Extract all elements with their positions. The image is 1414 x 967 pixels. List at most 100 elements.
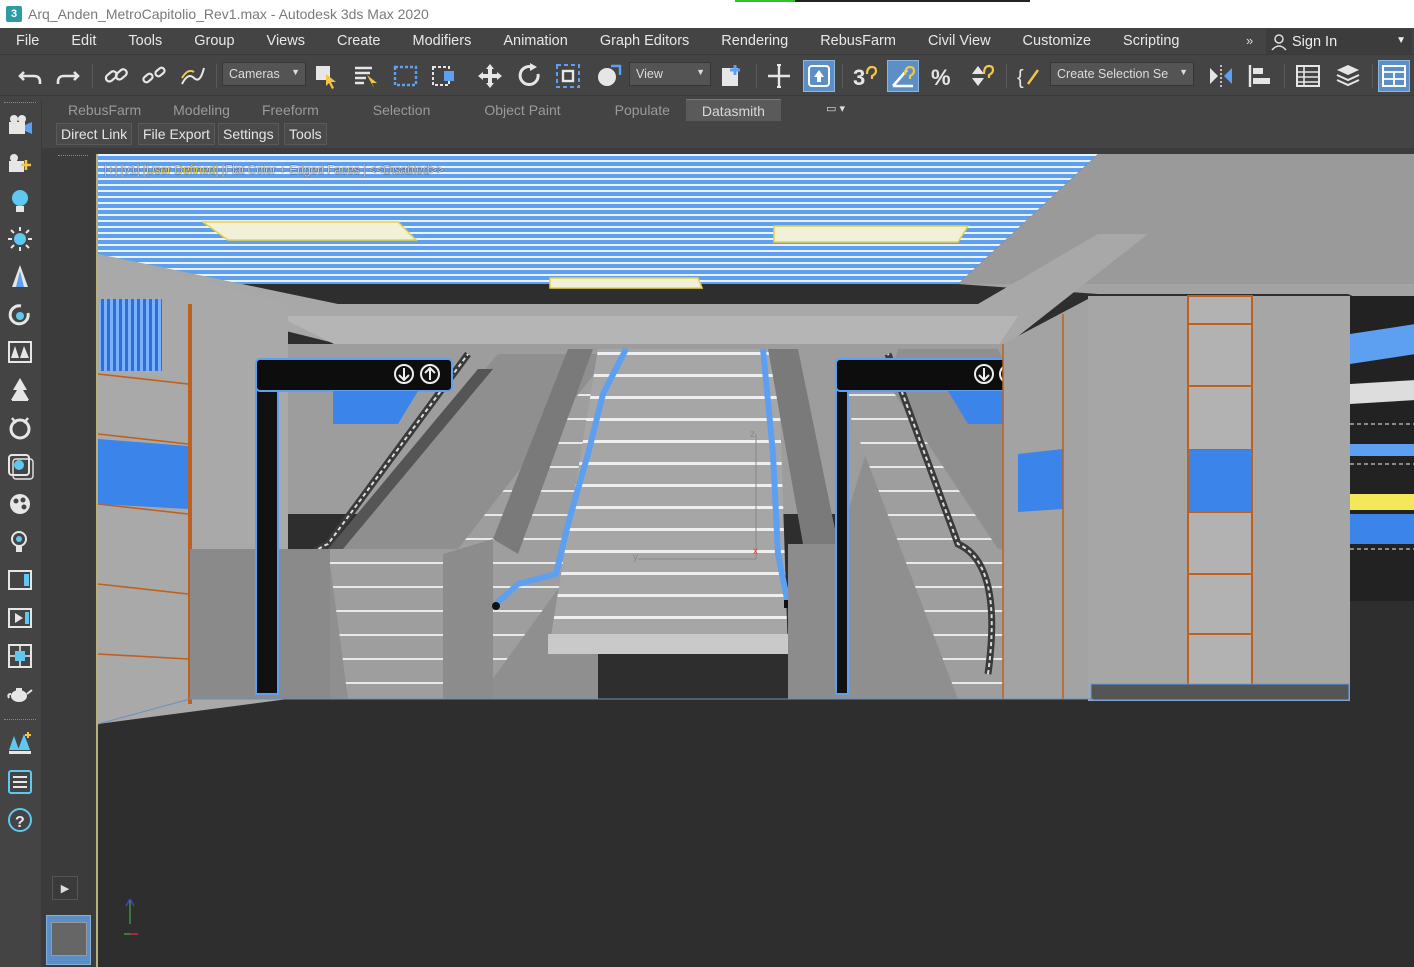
pivot-center-icon[interactable] bbox=[717, 60, 749, 92]
named-selection-dropdown[interactable]: Create Selection Se ▼ bbox=[1050, 62, 1194, 86]
menu-edit[interactable]: Edit bbox=[55, 33, 112, 49]
redo-icon[interactable] bbox=[52, 60, 84, 92]
sign-in-button[interactable]: Sign In ▼ bbox=[1266, 29, 1412, 54]
tab-freeform[interactable]: Freeform bbox=[246, 99, 357, 121]
svg-text:{: { bbox=[1017, 67, 1024, 89]
menu-views[interactable]: Views bbox=[251, 33, 321, 49]
window-crossing-icon[interactable] bbox=[428, 60, 460, 92]
tools-button[interactable]: Tools bbox=[284, 123, 327, 145]
svg-text:?: ? bbox=[15, 814, 25, 831]
toggle-ribbon-icon[interactable] bbox=[1378, 60, 1410, 92]
place-icon[interactable] bbox=[592, 60, 624, 92]
viewport-disabled-flag: <<Disabled>> bbox=[369, 163, 444, 177]
align-icon[interactable] bbox=[1244, 60, 1276, 92]
angle-snap-toggle-icon[interactable] bbox=[887, 60, 919, 92]
menu-overflow-icon[interactable]: » bbox=[1246, 33, 1253, 48]
move-icon[interactable] bbox=[474, 60, 506, 92]
bind-space-warp-icon[interactable] bbox=[176, 60, 208, 92]
tab-populate[interactable]: Populate bbox=[599, 99, 686, 121]
light-bulb-icon[interactable] bbox=[5, 186, 35, 216]
mirror-icon[interactable] bbox=[1205, 60, 1237, 92]
forest-icon[interactable] bbox=[5, 337, 35, 367]
select-manipulate-icon[interactable] bbox=[763, 60, 795, 92]
selection-filter-dropdown[interactable]: Cameras ▼ bbox=[222, 62, 306, 86]
layer-explorer-icon[interactable] bbox=[1332, 60, 1364, 92]
menu-graph-editors[interactable]: Graph Editors bbox=[584, 33, 705, 49]
viewport-perspective[interactable]: y z x [+] [v1] [User Defined] [Flat Colo… bbox=[96, 154, 1414, 967]
select-object-icon[interactable] bbox=[310, 60, 342, 92]
light-plus-icon[interactable] bbox=[5, 527, 35, 557]
file-export-button[interactable]: File Export bbox=[138, 123, 215, 145]
settings-button[interactable]: Settings bbox=[218, 123, 279, 145]
help-icon[interactable]: ? bbox=[5, 805, 35, 835]
scene-explorer-icon[interactable] bbox=[1292, 60, 1324, 92]
menu-bar: File Edit Tools Group Views Create Modif… bbox=[0, 28, 1414, 55]
teapot-icon[interactable] bbox=[5, 679, 35, 709]
menu-animation[interactable]: Animation bbox=[487, 33, 583, 49]
edit-named-selection-icon[interactable]: { bbox=[1012, 60, 1044, 92]
menu-scripting[interactable]: Scripting bbox=[1107, 33, 1195, 49]
render-setup-icon[interactable] bbox=[5, 603, 35, 633]
scale-icon[interactable] bbox=[552, 60, 584, 92]
ribbon-options-dropdown[interactable]: ▭ ▾ bbox=[826, 102, 856, 118]
command-sidebar: ? bbox=[0, 100, 42, 967]
menu-tools[interactable]: Tools bbox=[112, 33, 178, 49]
title-bar: 3 Arq_Anden_MetroCapitolio_Rev1.max - Au… bbox=[0, 0, 1414, 28]
menu-rendering[interactable]: Rendering bbox=[705, 33, 804, 49]
list-panel-icon[interactable] bbox=[5, 767, 35, 797]
camera-plus-icon[interactable] bbox=[5, 149, 35, 179]
modify-rotate-icon[interactable] bbox=[5, 300, 35, 330]
reference-coord-dropdown[interactable]: View ▼ bbox=[629, 62, 711, 86]
scene-axis-y-label: y bbox=[633, 552, 638, 563]
snaps-toggle-icon[interactable]: 3 bbox=[848, 60, 880, 92]
link-icon[interactable] bbox=[100, 60, 132, 92]
tab-modeling[interactable]: Modeling bbox=[157, 99, 246, 121]
select-by-name-icon[interactable] bbox=[350, 60, 382, 92]
menu-create[interactable]: Create bbox=[321, 33, 397, 49]
undo-icon[interactable] bbox=[14, 60, 46, 92]
menu-file[interactable]: File bbox=[0, 33, 55, 49]
keyboard-shortcut-override-icon[interactable] bbox=[803, 60, 835, 92]
sign-in-label: Sign In bbox=[1292, 33, 1338, 50]
app-window: 3 Arq_Anden_MetroCapitolio_Rev1.max - Au… bbox=[0, 0, 1414, 967]
play-icon[interactable]: ▶ bbox=[52, 876, 78, 900]
menu-rebusfarm[interactable]: RebusFarm bbox=[804, 33, 912, 49]
spinner-snap-icon[interactable] bbox=[966, 60, 998, 92]
tab-datasmith[interactable]: Datasmith bbox=[685, 99, 781, 121]
tree-icon[interactable] bbox=[5, 262, 35, 292]
rectangular-selection-icon[interactable] bbox=[390, 60, 422, 92]
scatter-trees-icon[interactable] bbox=[5, 729, 35, 759]
unlink-icon[interactable] bbox=[138, 60, 170, 92]
svg-text:%: % bbox=[931, 65, 951, 90]
menu-civil-view[interactable]: Civil View bbox=[912, 33, 1007, 49]
scene-axis-z-label: z bbox=[750, 429, 755, 440]
render-frame-icon[interactable] bbox=[5, 565, 35, 595]
camera-icon[interactable] bbox=[5, 111, 35, 141]
direct-link-button[interactable]: Direct Link bbox=[56, 123, 133, 145]
display-icon[interactable] bbox=[5, 451, 35, 481]
viewport-grip bbox=[58, 155, 88, 158]
percent-snap-icon[interactable]: % bbox=[927, 60, 959, 92]
viewport-layout-tab[interactable] bbox=[46, 915, 91, 965]
spruce-icon[interactable] bbox=[5, 375, 35, 405]
tab-rebusfarm[interactable]: RebusFarm bbox=[52, 99, 157, 121]
utilities-icon[interactable] bbox=[5, 489, 35, 519]
main-toolbar: Cameras ▼ View ▼ 3 % { Create Selection Se… bbox=[0, 56, 1414, 96]
menu-modifiers[interactable]: Modifiers bbox=[397, 33, 488, 49]
sun-icon[interactable] bbox=[5, 224, 35, 254]
viewport-label[interactable]: [+] [v1] [User Defined] [Flat Color + Ed… bbox=[104, 163, 444, 177]
motion-icon[interactable] bbox=[5, 413, 35, 443]
menu-customize[interactable]: Customize bbox=[1007, 33, 1108, 49]
rotate-icon[interactable] bbox=[514, 60, 546, 92]
chevron-down-icon: ▼ bbox=[1396, 35, 1406, 46]
scene-axis-x-label: x bbox=[753, 546, 758, 557]
user-icon bbox=[1271, 33, 1287, 51]
tab-selection[interactable]: Selection bbox=[357, 99, 469, 121]
menu-group[interactable]: Group bbox=[178, 33, 250, 49]
tab-object-paint[interactable]: Object Paint bbox=[468, 99, 598, 121]
svg-text:3: 3 bbox=[853, 65, 865, 90]
viewport-layout-icon[interactable] bbox=[5, 641, 35, 671]
progress-indicator bbox=[735, 0, 1030, 2]
ribbon-tab-bar: RebusFarm Modeling Freeform Selection Ob… bbox=[52, 99, 781, 121]
window-title: Arq_Anden_MetroCapitolio_Rev1.max - Auto… bbox=[28, 6, 429, 22]
